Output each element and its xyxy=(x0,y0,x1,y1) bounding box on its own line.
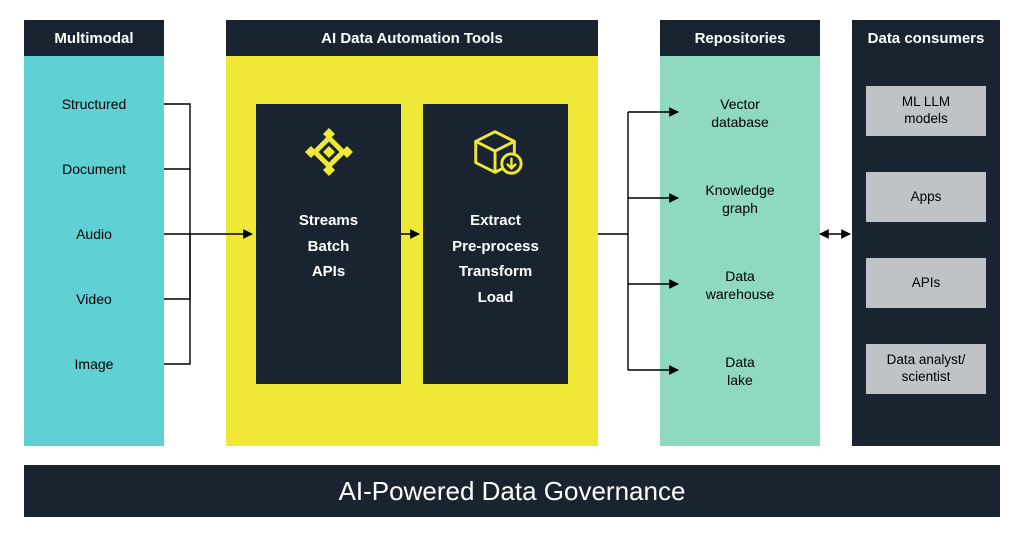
streams-card: Streams Batch APIs xyxy=(256,104,401,384)
multimodal-header: Multimodal xyxy=(24,20,164,56)
etl-card: Extract Pre-process Transform Load xyxy=(423,104,568,384)
consumers-title: Data consumers xyxy=(868,30,985,47)
card-line: Batch xyxy=(299,234,358,260)
repo-label: Vectordatabase xyxy=(711,96,769,130)
consumer-label: Apps xyxy=(911,189,942,206)
diagram-canvas: Multimodal Structured Document Audio Vid… xyxy=(0,0,1024,538)
cube-download-icon xyxy=(468,124,524,180)
consumer-label: APIs xyxy=(912,275,941,292)
repositories-header: Repositories xyxy=(660,20,820,56)
repositories-panel: Vectordatabase Knowledgegraph Datawareho… xyxy=(660,56,820,446)
multimodal-title: Multimodal xyxy=(54,30,133,47)
consumer-label: ML LLMmodels xyxy=(902,94,950,128)
streams-card-lines: Streams Batch APIs xyxy=(299,208,358,285)
card-line: Load xyxy=(452,285,539,311)
etl-card-lines: Extract Pre-process Transform Load xyxy=(452,208,539,310)
ai-tools-header: AI Data Automation Tools xyxy=(226,20,598,56)
multimodal-item-image: Image xyxy=(24,356,164,372)
consumer-item: Data analyst/scientist xyxy=(866,344,986,394)
repositories-title: Repositories xyxy=(695,30,786,47)
repo-item: Knowledgegraph xyxy=(660,182,820,217)
repo-label: Knowledgegraph xyxy=(705,182,774,216)
card-line: Streams xyxy=(299,208,358,234)
consumer-item: APIs xyxy=(866,258,986,308)
multimodal-item-video: Video xyxy=(24,291,164,307)
diamond-grid-icon xyxy=(301,124,357,180)
card-line: Extract xyxy=(452,208,539,234)
footer-banner: AI-Powered Data Governance xyxy=(24,465,1000,517)
repo-label: Datawarehouse xyxy=(706,268,775,302)
consumer-label: Data analyst/scientist xyxy=(887,352,966,386)
consumer-item: ML LLMmodels xyxy=(866,86,986,136)
card-line: Transform xyxy=(452,259,539,285)
multimodal-item-document: Document xyxy=(24,161,164,177)
repo-item: Datawarehouse xyxy=(660,268,820,303)
card-line: APIs xyxy=(299,259,358,285)
consumers-panel: ML LLMmodels Apps APIs Data analyst/scie… xyxy=(852,56,1000,446)
repo-item: Vectordatabase xyxy=(660,96,820,131)
multimodal-panel: Structured Document Audio Video Image xyxy=(24,56,164,446)
consumers-header: Data consumers xyxy=(852,20,1000,56)
repo-item: Datalake xyxy=(660,354,820,389)
multimodal-item-structured: Structured xyxy=(24,96,164,112)
ai-tools-title: AI Data Automation Tools xyxy=(321,30,503,47)
footer-text: AI-Powered Data Governance xyxy=(339,476,686,507)
card-line: Pre-process xyxy=(452,234,539,260)
multimodal-item-audio: Audio xyxy=(24,226,164,242)
repo-label: Datalake xyxy=(725,354,755,388)
consumer-item: Apps xyxy=(866,172,986,222)
ai-tools-panel: Streams Batch APIs Extract Pr xyxy=(226,56,598,446)
